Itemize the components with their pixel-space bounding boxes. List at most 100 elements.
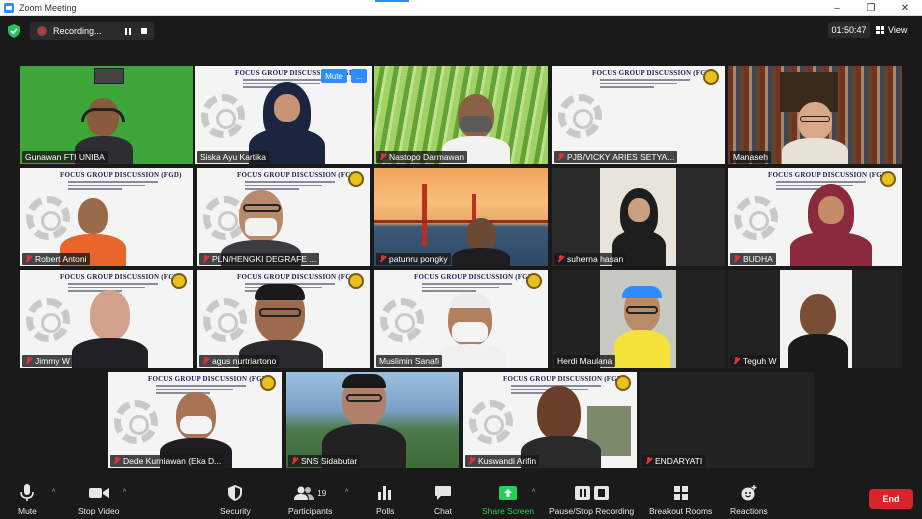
pause-recording-icon[interactable] — [121, 24, 135, 38]
security-label: Security — [220, 506, 251, 516]
microphone-icon — [20, 484, 35, 502]
muted-mic-icon — [557, 153, 564, 161]
participant-name-tag: patunru pongky — [376, 253, 451, 265]
video-tile[interactable]: FOCUS GROUP DISCUSSION (FGD) PJB/VICKY A… — [552, 66, 725, 164]
view-label: View — [888, 25, 908, 35]
bridge-tower — [422, 184, 427, 246]
video-tile-no-video[interactable]: ENDARYATI — [640, 372, 814, 468]
participant-name-tag: Muslimin Sanafi — [376, 355, 442, 367]
participant-name-tag: Nastopo Darmawan — [376, 151, 468, 163]
breakout-rooms-button[interactable]: Breakout Rooms — [649, 484, 712, 516]
muted-mic-icon — [733, 357, 740, 365]
video-tile[interactable]: suherna hasan — [552, 168, 725, 266]
participant-name-tag: Manaseh — [730, 151, 771, 163]
window-controls: – ❐ ✕ — [820, 0, 922, 16]
mute-button[interactable]: Mute — [18, 484, 37, 516]
video-tile[interactable]: Nastopo Darmawan — [374, 66, 548, 164]
pause-stop-recording-label: Pause/Stop Recording — [549, 506, 635, 516]
reactions-button[interactable]: Reactions — [730, 484, 768, 516]
muted-mic-icon — [25, 255, 32, 263]
participant-name-tag: ENDARYATI — [642, 455, 706, 467]
stop-video-label: Stop Video — [78, 506, 120, 516]
video-tile[interactable]: FOCUS GROUP DISCUSSION (FGD) Robert Anto… — [20, 168, 193, 266]
security-button[interactable]: Security — [220, 484, 251, 516]
video-tile[interactable]: FOCUS GROUP DISCUSSION (FGD) Dede Kurnia… — [108, 372, 282, 468]
video-tile[interactable]: Herdi Maulana — [552, 270, 725, 368]
meeting-toolbar — [0, 478, 922, 519]
video-options-chevron-icon[interactable]: ^ — [123, 489, 126, 496]
participant-name-tag: SNS Sidabutar — [288, 455, 361, 467]
polls-bar-chart-icon — [378, 484, 392, 502]
share-options-chevron-icon[interactable]: ^ — [532, 489, 535, 496]
stop-recording-icon[interactable] — [137, 24, 151, 38]
video-tile[interactable]: Teguh W — [728, 270, 902, 368]
participants-button[interactable]: 19 Participants — [288, 484, 332, 516]
participant-name-tag: PLN/HENGKI DEGRAFE ... — [199, 253, 320, 265]
chat-button[interactable]: Chat — [434, 484, 452, 516]
end-meeting-button[interactable]: End — [869, 489, 913, 509]
stop-video-button[interactable]: Stop Video — [78, 484, 119, 516]
view-button[interactable]: View — [876, 22, 916, 38]
zoom-logo-icon — [4, 2, 14, 13]
grid-view-icon — [876, 26, 884, 34]
more-options-button[interactable]: ... — [351, 69, 367, 83]
chat-label: Chat — [434, 506, 452, 516]
encryption-shield-icon[interactable] — [8, 24, 20, 38]
participants-options-chevron-icon[interactable]: ^ — [345, 489, 348, 496]
video-camera-icon — [88, 484, 109, 502]
muted-mic-icon — [113, 457, 120, 465]
video-tile[interactable]: Manaseh — [728, 66, 902, 164]
mute-options-chevron-icon[interactable]: ^ — [52, 489, 55, 496]
participant-name-tag: Gunawan FTI UNIBA — [22, 151, 108, 163]
mute-participant-button[interactable]: Mute — [321, 69, 347, 83]
participant-name-tag: Robert Antoni — [22, 253, 90, 265]
video-tile[interactable]: FOCUS GROUP DISCUSSION (FGD) BUDHA — [728, 168, 902, 266]
muted-mic-icon — [379, 255, 386, 263]
participant-name-tag: Teguh W — [730, 355, 780, 367]
minimize-icon[interactable]: – — [820, 0, 854, 16]
window-title: Zoom Meeting — [19, 2, 77, 13]
participants-label: Participants — [288, 506, 333, 516]
participant-count: 19 — [317, 488, 327, 498]
video-tile[interactable]: FOCUS GROUP DISCUSSION (FGD) Muslimin Sa… — [374, 270, 548, 368]
participant-name-tag: Siska Ayu Kartika — [197, 151, 269, 163]
participant-name-tag: suherna hasan — [554, 253, 627, 265]
participant-name-tag: Dede Kurniawan (Eka D... — [110, 455, 225, 467]
breakout-rooms-label: Breakout Rooms — [649, 506, 713, 516]
video-tile-active-speaker[interactable]: FOCUS GROUP DISCUSSION (FGD) Mute ... Si… — [195, 66, 372, 164]
video-tile[interactable]: FOCUS GROUP DISCUSSION (FGD) Jimmy W — [20, 270, 193, 368]
polls-button[interactable]: Polls — [376, 484, 394, 516]
video-tile[interactable]: FOCUS GROUP DISCUSSION (FGD) agus nurtri… — [197, 270, 370, 368]
video-tile[interactable]: Gunawan FTI UNIBA — [20, 66, 193, 164]
wall-frame — [94, 68, 124, 84]
video-tile[interactable]: SNS Sidabutar — [286, 372, 459, 468]
recording-controls-icon — [574, 484, 609, 502]
share-screen-button[interactable]: Share Screen — [482, 484, 534, 516]
zoom-meeting-window: Zoom Meeting – ❐ ✕ Recording... 01:50:47… — [0, 0, 922, 519]
mute-label: Mute — [18, 506, 37, 516]
pause-stop-recording-button[interactable]: Pause/Stop Recording — [549, 484, 634, 516]
close-icon[interactable]: ✕ — [888, 0, 922, 16]
muted-mic-icon — [557, 255, 564, 263]
polls-label: Polls — [376, 506, 395, 516]
participant-name-tag: Herdi Maulana — [554, 355, 616, 367]
muted-mic-icon — [645, 457, 652, 465]
breakout-rooms-grid-icon — [673, 484, 688, 502]
video-tile[interactable]: FOCUS GROUP DISCUSSION (FGD) Kuswandi Ar… — [463, 372, 637, 468]
share-screen-label: Share Screen — [482, 506, 534, 516]
muted-mic-icon — [202, 357, 209, 365]
reactions-label: Reactions — [730, 506, 768, 516]
participant-name-tag: agus nurtriartono — [199, 355, 280, 367]
participant-name-tag: Jimmy W — [22, 355, 73, 367]
maximize-icon[interactable]: ❐ — [854, 0, 888, 16]
participant-name-tag: PJB/VICKY ARIES SETYA... — [554, 151, 678, 163]
chat-bubble-icon — [434, 484, 451, 502]
title-bar: Zoom Meeting – ❐ ✕ — [0, 0, 922, 16]
video-tile[interactable]: patunru pongky — [374, 168, 548, 266]
reactions-smiley-icon — [741, 484, 757, 502]
participant-name-tag: Kuswandi Arifin — [465, 455, 540, 467]
title-accent — [375, 0, 409, 2]
muted-mic-icon — [733, 255, 740, 263]
recording-label: Recording... — [53, 26, 102, 36]
video-tile[interactable]: FOCUS GROUP DISCUSSION (FGD) PLN/HENGKI … — [197, 168, 370, 266]
